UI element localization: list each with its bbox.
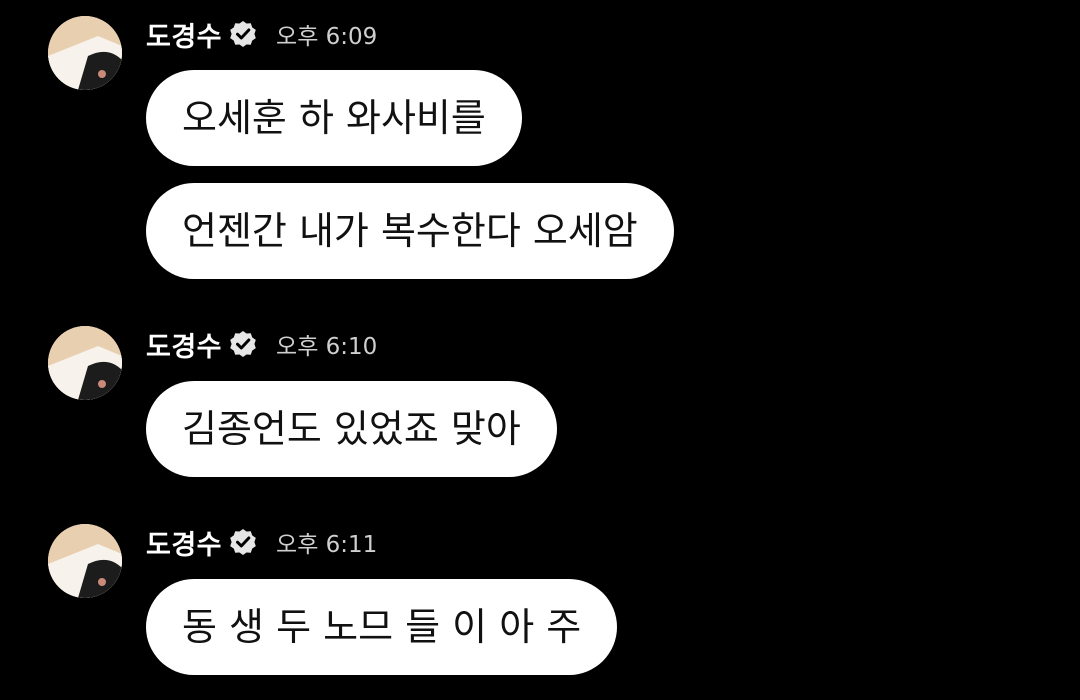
- message-header: 도경수 오후 6:11: [146, 523, 378, 562]
- avatar-image: [48, 524, 122, 598]
- avatar[interactable]: [48, 326, 122, 400]
- avatar[interactable]: [48, 16, 122, 90]
- message-bubble[interactable]: 언젠간 내가 복수한다 오세암: [146, 183, 674, 279]
- avatar-image: [48, 16, 122, 90]
- verified-badge-icon: [230, 529, 256, 555]
- message-header: 도경수 오후 6:09: [146, 15, 378, 54]
- sender-name[interactable]: 도경수: [146, 523, 222, 562]
- message-bubble[interactable]: 동 생 두 노므 들 이 아 주: [146, 579, 618, 675]
- verified-badge-icon: [230, 331, 256, 357]
- message-time: 오후 6:09: [276, 24, 378, 50]
- verified-badge-icon: [230, 21, 256, 47]
- message-time: 오후 6:10: [276, 334, 378, 360]
- message-header: 도경수 오후 6:10: [146, 325, 378, 364]
- sender-name[interactable]: 도경수: [146, 325, 222, 364]
- avatar-image: [48, 326, 122, 400]
- message-bubble[interactable]: 김종언도 있었죠 맞아: [146, 381, 557, 477]
- message-time: 오후 6:11: [276, 532, 378, 558]
- message-bubble[interactable]: 오세훈 하 와사비를: [146, 70, 522, 166]
- avatar[interactable]: [48, 524, 122, 598]
- sender-name[interactable]: 도경수: [146, 15, 222, 54]
